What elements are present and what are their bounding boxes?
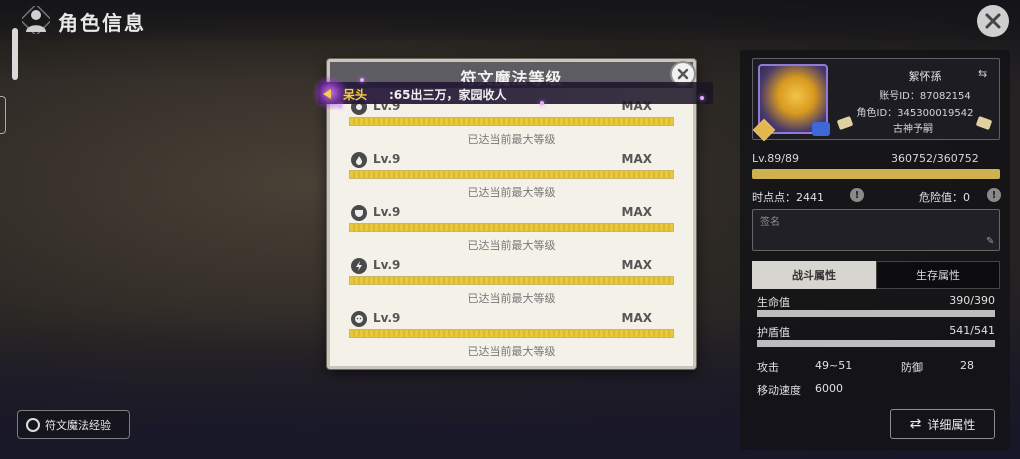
rune-progress-fill — [350, 171, 673, 178]
rune-status: 已达当前最大等级 — [467, 133, 556, 146]
sparkle-icon — [338, 104, 342, 108]
tab-combat-attributes[interactable]: 战斗属性 — [752, 261, 876, 289]
signature-placeholder: 签名 — [760, 217, 780, 228]
attack-value: 49~51 — [815, 359, 853, 372]
side-drawer-handle[interactable] — [0, 96, 6, 134]
rune-progress-bar — [349, 276, 674, 285]
chat-banner[interactable] — [318, 82, 713, 104]
attack-label: 攻击 — [757, 361, 779, 374]
rune-max-label: MAX — [621, 152, 652, 166]
rune-progress-fill — [350, 224, 673, 231]
flame-rune-icon — [351, 152, 367, 168]
shield-bar — [757, 340, 995, 347]
detailed-attributes-button[interactable]: ⇄ 详细属性 — [890, 409, 995, 439]
defense-value: 28 — [960, 359, 974, 372]
defense-label: 防御 — [901, 361, 923, 374]
rune-status: 已达当前最大等级 — [467, 239, 556, 252]
shield-label: 护盾值 — [757, 326, 790, 339]
rune-row: Lv.9 MAX 已达当前最大等级 — [349, 205, 674, 255]
move-speed-value: 6000 — [815, 382, 843, 395]
rune-progress-bar — [349, 223, 674, 232]
detailed-attributes-label: 详细属性 — [927, 417, 976, 432]
character-icon — [19, 3, 53, 37]
rune-max-label: MAX — [621, 258, 652, 272]
signature-field[interactable] — [752, 209, 1000, 251]
top-bar — [0, 0, 1020, 40]
rune-row: Lv.9 MAX 已达当前最大等级 — [349, 311, 674, 361]
tab-survival-attributes[interactable]: 生存属性 — [876, 261, 1000, 289]
sparkle-icon — [360, 78, 364, 82]
exp-bar-fill — [752, 169, 1000, 179]
exp-text: 360752/360752 — [891, 152, 979, 165]
face-rune-icon — [351, 311, 367, 327]
rune-progress-fill — [350, 330, 673, 337]
rune-status: 已达当前最大等级 — [467, 186, 556, 199]
level-text: Lv.89/89 — [752, 152, 799, 165]
rune-magic-exp-label: 符文魔法经验 — [45, 418, 111, 432]
rune-progress-fill — [350, 277, 673, 284]
rune-level: Lv.9 — [373, 258, 401, 272]
hp-label: 生命值 — [757, 296, 790, 309]
page-title: 角色信息 — [58, 11, 146, 35]
chat-message: :65出三万，家园收人 — [389, 88, 507, 102]
switch-icon[interactable]: ⇆ — [978, 67, 987, 80]
rune-status: 已达当前最大等级 — [467, 292, 556, 305]
lightning-rune-icon — [351, 258, 367, 274]
edit-icon[interactable]: ✎ — [986, 236, 994, 247]
rune-magic-level-dialog: 符文魔法等级 Lv.9 MAX 已达当前最大等级 Lv.9 MAX 已达当前最大… — [327, 59, 696, 369]
hp-value: 390/390 — [949, 294, 995, 307]
shield-bar-fill — [757, 340, 995, 347]
rune-exp-icon — [26, 417, 40, 432]
close-button[interactable] — [977, 5, 1009, 37]
rune-progress-bar — [349, 117, 674, 126]
player-title: 古神予嗣 — [893, 124, 933, 135]
role-id: 角色ID：345300019542 — [856, 108, 974, 119]
rune-row: Lv.9 MAX 已达当前最大等级 — [349, 152, 674, 202]
chat-sender-name[interactable]: 呆头 — [343, 86, 367, 103]
scrollbar[interactable] — [12, 28, 18, 80]
shield-rune-icon — [351, 205, 367, 221]
danger-value: 危险值：0 — [919, 191, 970, 204]
close-icon — [985, 13, 1001, 29]
class-badge-icon — [812, 122, 830, 136]
rune-magic-exp-button[interactable]: 符文魔法经验 — [17, 410, 130, 439]
rune-progress-bar — [349, 329, 674, 338]
sparkle-icon — [700, 96, 704, 100]
hp-bar-fill — [757, 310, 995, 317]
hp-bar — [757, 310, 995, 317]
rune-row: Lv.9 MAX 已达当前最大等级 — [349, 99, 674, 149]
rune-row: Lv.9 MAX 已达当前最大等级 — [349, 258, 674, 308]
info-icon[interactable]: ! — [850, 188, 864, 202]
close-icon — [677, 68, 689, 80]
rune-progress-fill — [350, 118, 673, 125]
rune-max-label: MAX — [621, 311, 652, 325]
sparkle-icon — [540, 101, 544, 105]
swap-arrows-icon: ⇄ — [909, 416, 922, 432]
move-speed-label: 移动速度 — [757, 384, 801, 397]
player-name: 絮怀孫 — [908, 70, 942, 83]
info-icon[interactable]: ! — [987, 188, 1001, 202]
rune-level: Lv.9 — [373, 205, 401, 219]
chat-arrow-icon — [323, 89, 331, 99]
shield-value: 541/541 — [949, 324, 995, 337]
account-id: 账号ID：87082154 — [879, 91, 971, 102]
rune-level: Lv.9 — [373, 311, 401, 325]
exp-bar — [752, 169, 1000, 179]
rune-progress-bar — [349, 170, 674, 179]
rune-status: 已达当前最大等级 — [467, 345, 556, 358]
rune-max-label: MAX — [621, 205, 652, 219]
time-points: 时点点：2441 — [752, 191, 824, 204]
rune-level: Lv.9 — [373, 152, 401, 166]
